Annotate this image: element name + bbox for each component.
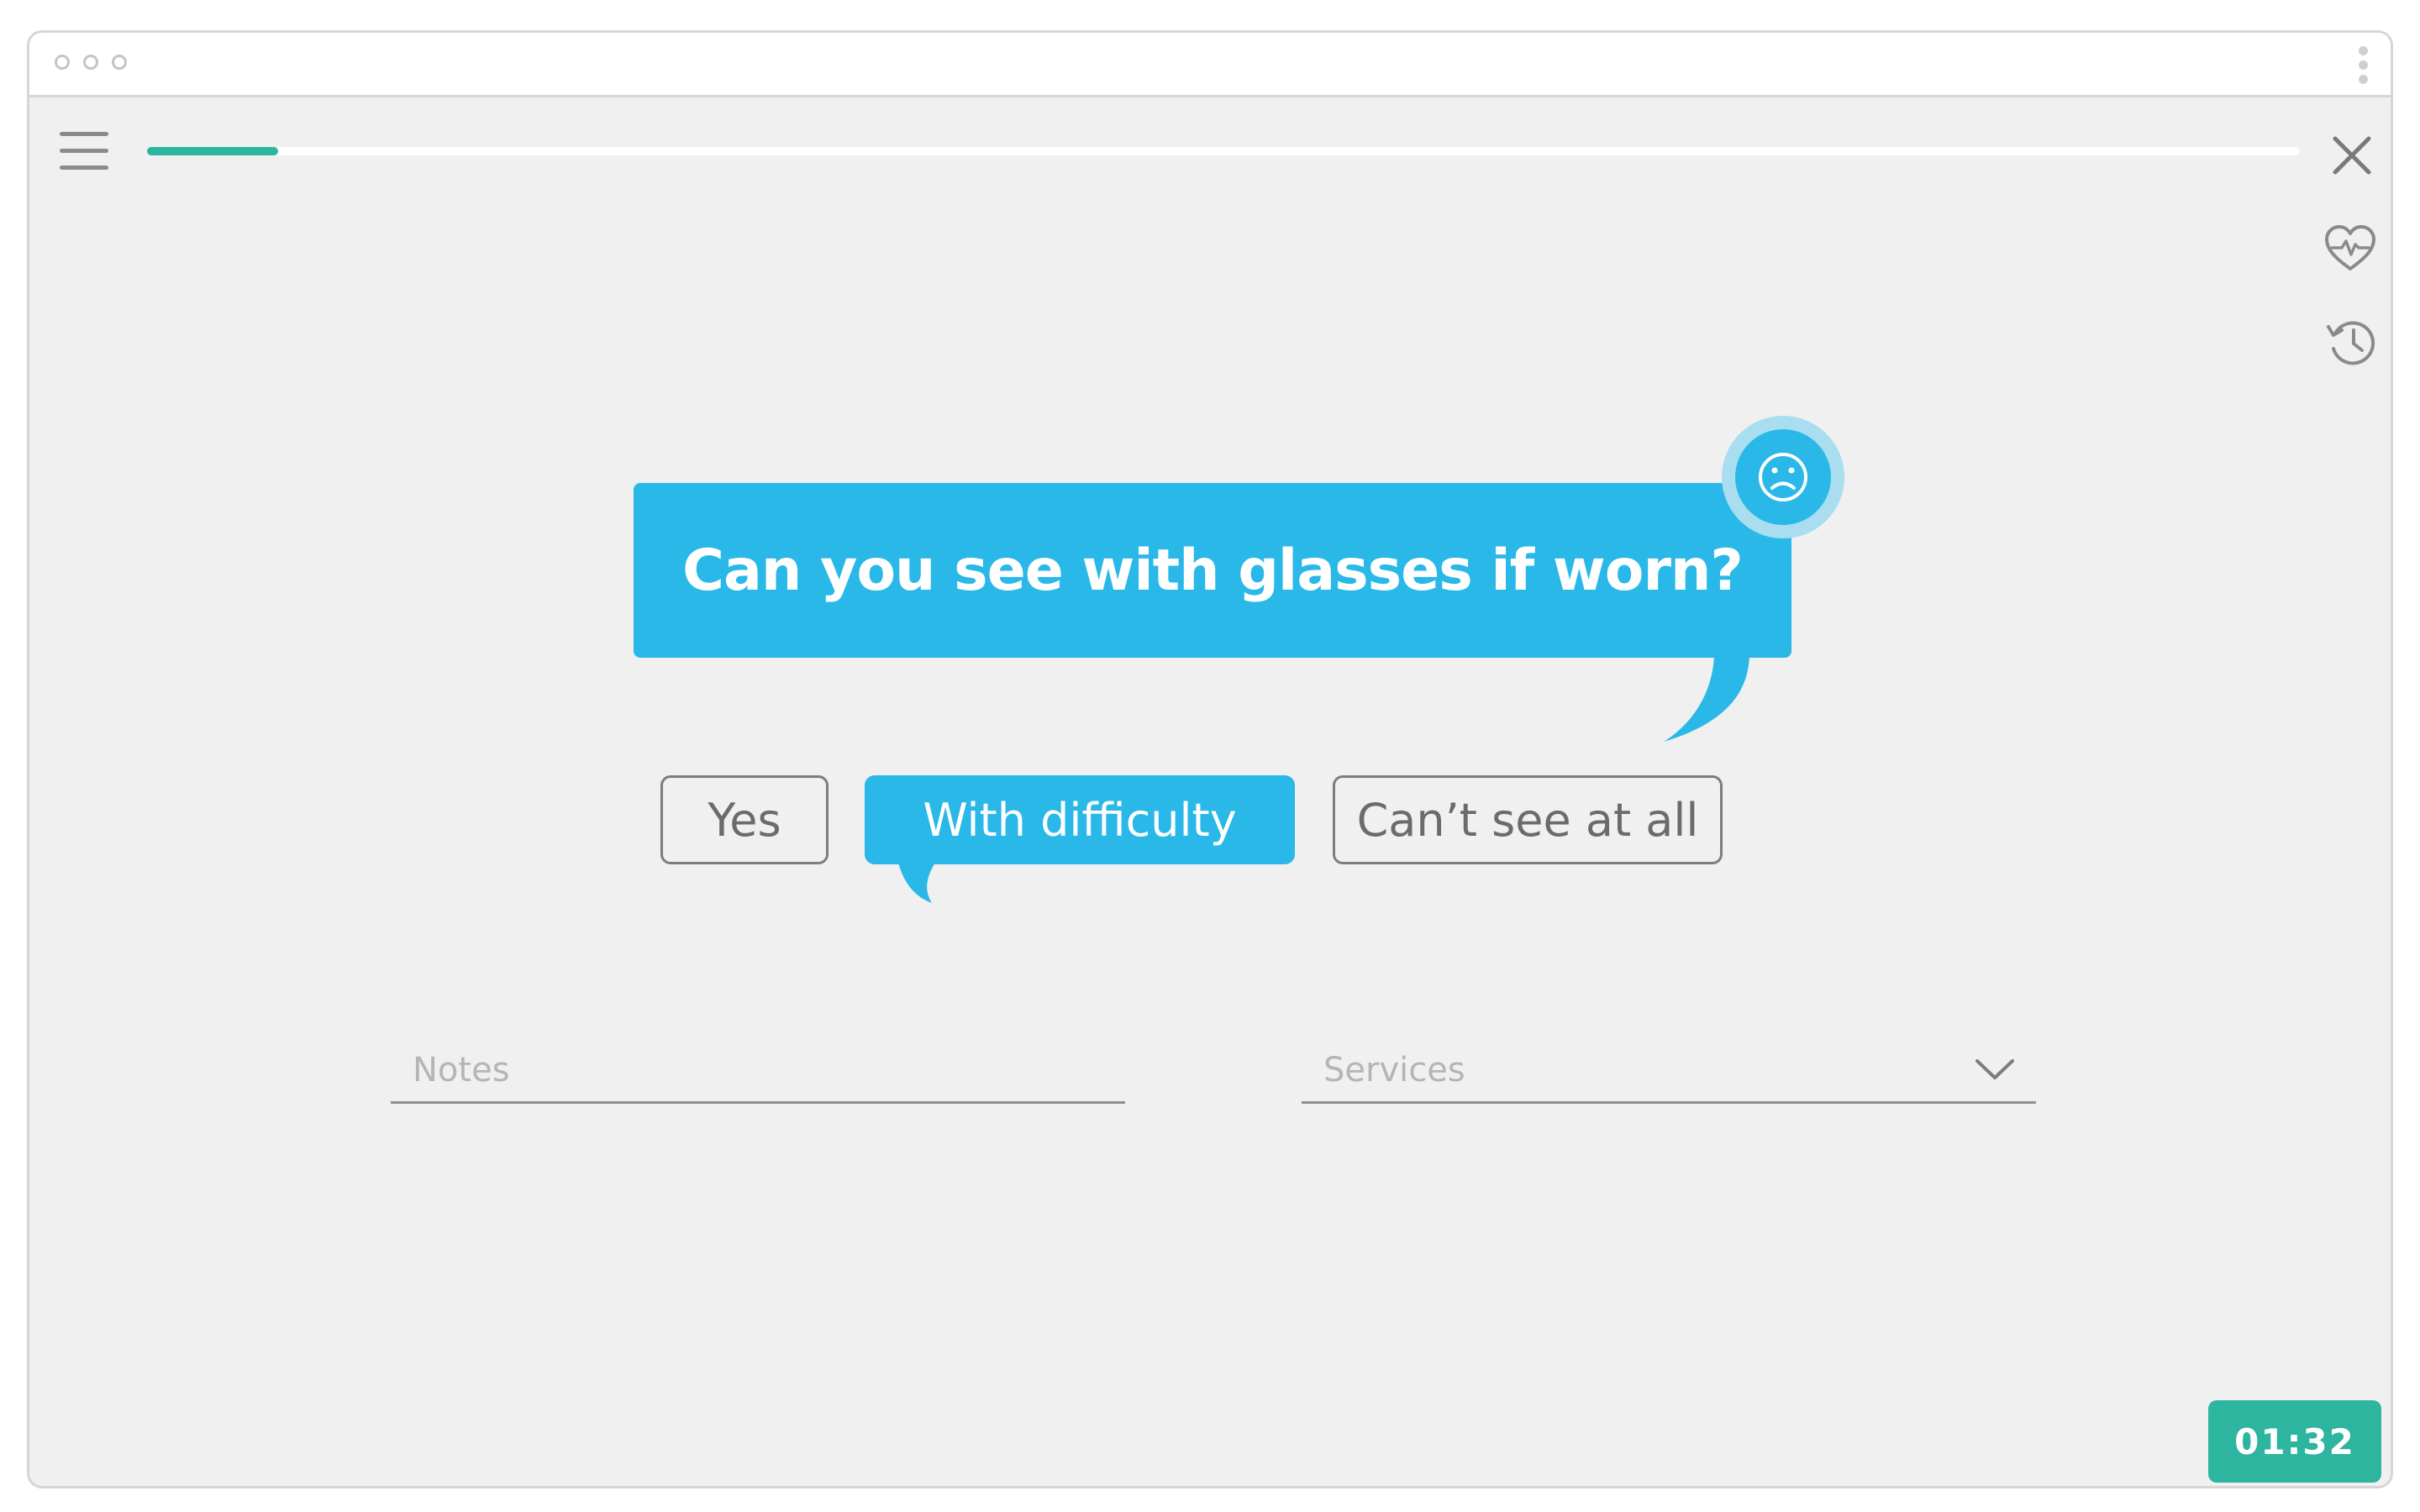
question-text: Can you see with glasses if worn?	[682, 537, 1744, 604]
question-bubble: Can you see with glasses if worn?	[634, 483, 1791, 658]
services-dropdown[interactable]: Services	[1302, 1037, 2036, 1104]
window-titlebar	[29, 33, 2391, 97]
window-minimize-dot[interactable]	[83, 55, 98, 70]
timer-value: 01:32	[2234, 1420, 2355, 1462]
option-cant-see-button[interactable]: Can’t see at all	[1333, 775, 1723, 864]
notes-field[interactable]: Notes	[391, 1037, 1125, 1104]
timer-badge: 01:32	[2208, 1400, 2381, 1483]
sad-face-icon	[1759, 453, 1807, 501]
history-clock-icon[interactable]	[2325, 315, 2379, 369]
chevron-down-icon[interactable]	[1974, 1056, 2016, 1083]
notes-placeholder: Notes	[413, 1051, 510, 1089]
heart-pulse-icon[interactable]	[2323, 223, 2377, 276]
option-with-difficulty-button[interactable]: With difficulty	[865, 775, 1295, 864]
option-yes-button[interactable]: Yes	[660, 775, 829, 864]
option-label: Yes	[708, 793, 781, 847]
option-label: Can’t see at all	[1356, 793, 1699, 847]
window-maximize-dot[interactable]	[112, 55, 127, 70]
progress-bar	[147, 147, 2300, 155]
hamburger-menu-icon[interactable]	[60, 132, 108, 171]
app-window: Can you see with glasses if worn? Yes Wi…	[27, 30, 2393, 1488]
more-vertical-icon[interactable]	[2359, 46, 2369, 85]
close-icon[interactable]	[2325, 129, 2379, 182]
question-bubble-tail	[1664, 656, 1749, 742]
mood-badge	[1722, 416, 1844, 538]
services-placeholder: Services	[1323, 1051, 1465, 1089]
selected-option-tail	[898, 863, 935, 903]
progress-bar-fill	[147, 147, 279, 155]
option-label: With difficulty	[923, 793, 1237, 847]
window-close-dot[interactable]	[55, 55, 70, 70]
